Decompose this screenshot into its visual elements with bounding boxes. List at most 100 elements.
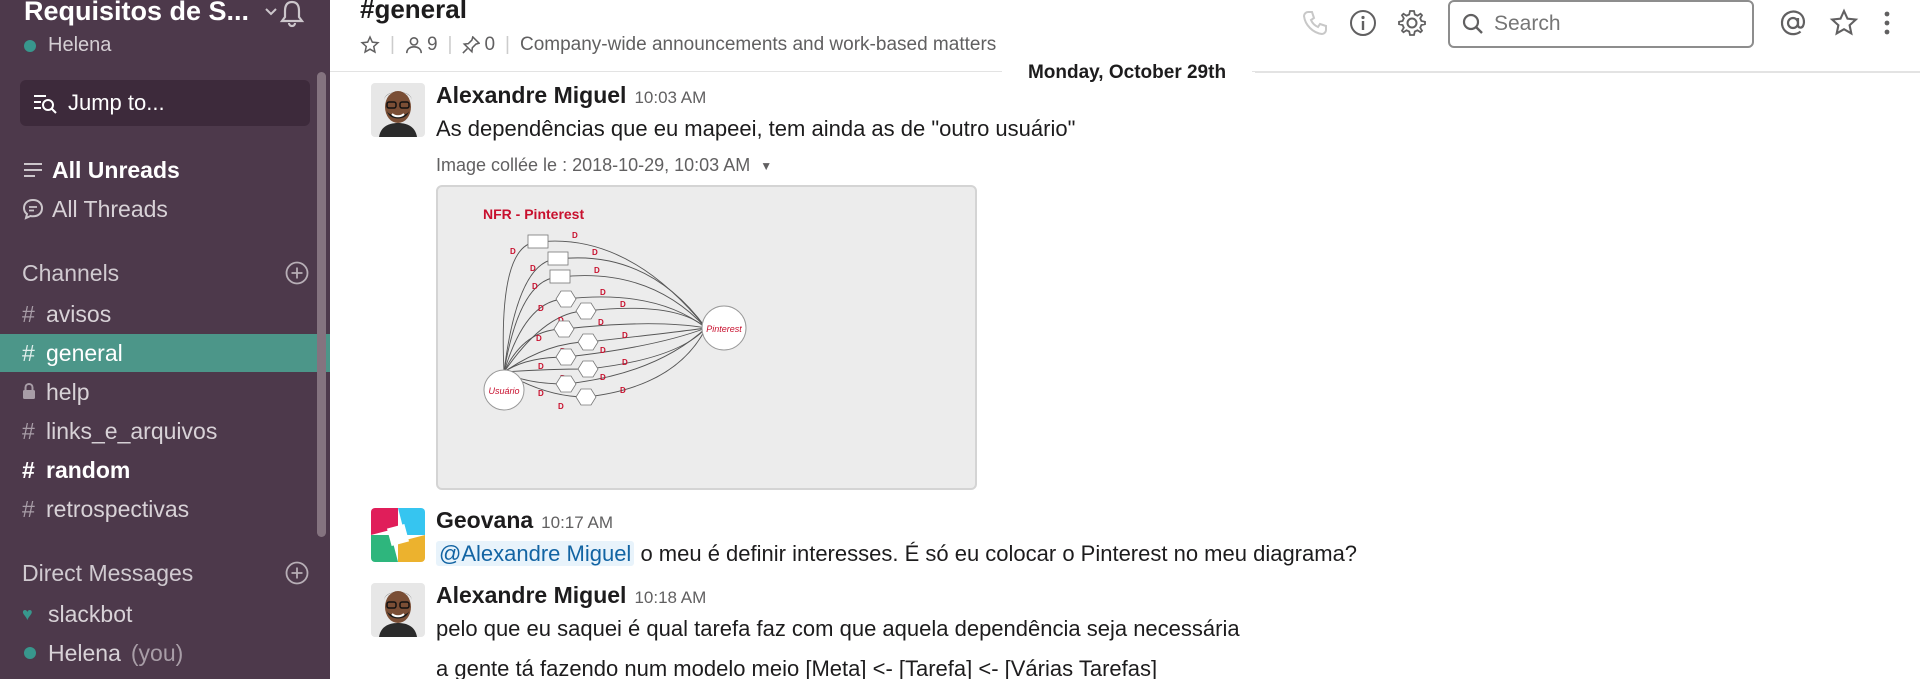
diagram-node xyxy=(555,375,577,393)
star-icon[interactable] xyxy=(360,35,380,55)
members-icon[interactable] xyxy=(405,36,423,54)
diagram-node xyxy=(555,348,577,366)
more-options-icon[interactable] xyxy=(1872,8,1902,38)
message-time[interactable]: 10:18 AM xyxy=(634,588,706,607)
sidebar-item-helena[interactable]: Helena (you) xyxy=(0,634,316,672)
author-name[interactable]: Alexandre Miguel xyxy=(436,82,626,108)
diagram-node xyxy=(547,251,569,266)
info-icon[interactable] xyxy=(1348,8,1378,38)
sidebar-item-links-e-arquivos[interactable]: # links_e_arquivos xyxy=(0,412,316,450)
avatar[interactable] xyxy=(371,583,425,637)
list-icon xyxy=(22,161,44,179)
dependency-label: D xyxy=(538,362,544,371)
sidebar-scrollbar[interactable] xyxy=(317,72,326,537)
message-time[interactable]: 10:03 AM xyxy=(634,88,706,107)
dependency-label: D xyxy=(600,373,606,382)
author-name[interactable]: Alexandre Miguel xyxy=(436,582,626,608)
sidebar-item-general[interactable]: # general xyxy=(0,334,330,372)
channel-name: help xyxy=(46,378,90,405)
current-user-name: Helena xyxy=(48,34,112,56)
divider: | xyxy=(390,34,395,55)
channel-name: general xyxy=(46,339,123,366)
avatar-image xyxy=(371,508,425,562)
sidebar-item-all-unreads[interactable]: All Unreads xyxy=(0,151,316,189)
message-time[interactable]: 10:17 AM xyxy=(541,513,613,532)
diagram-edge xyxy=(503,296,707,373)
sidebar-item-random[interactable]: # random xyxy=(0,451,316,489)
avatar-image xyxy=(371,83,425,137)
nfr-diagram: NFR - Pinterest DDDDDDDDDDDDDDDDDDDDDD U… xyxy=(483,206,747,411)
channel-topic[interactable]: Company-wide announcements and work-base… xyxy=(520,34,996,56)
dm-section-title[interactable]: Direct Messages xyxy=(22,560,193,587)
avatar[interactable] xyxy=(371,83,425,137)
presence-dot xyxy=(24,647,36,659)
message-author[interactable]: Alexandre Miguel 10:18 AM xyxy=(436,582,706,609)
caret-down-icon[interactable]: ▼ xyxy=(760,159,772,173)
jump-to-label: Jump to... xyxy=(68,90,165,115)
channel-title[interactable]: #general xyxy=(360,0,467,25)
attachment-image[interactable]: NFR - Pinterest DDDDDDDDDDDDDDDDDDDDDD U… xyxy=(436,185,977,490)
add-channel-icon[interactable] xyxy=(285,261,309,285)
dependency-label: D xyxy=(622,358,628,367)
team-name[interactable]: Requisitos de S... xyxy=(24,0,249,27)
user-mention[interactable]: @Alexandre Miguel xyxy=(436,541,635,566)
dependency-label: D xyxy=(620,386,626,395)
hash-icon: # xyxy=(22,456,35,483)
current-user[interactable]: Helena xyxy=(24,34,111,57)
sidebar-item-all-threads[interactable]: All Threads xyxy=(0,190,316,228)
gear-icon[interactable] xyxy=(1397,8,1427,38)
search-icon xyxy=(1462,13,1483,34)
phone-icon[interactable] xyxy=(1300,8,1330,38)
message-text: As dependências que eu mapeei, tem ainda… xyxy=(436,116,1076,141)
dependency-label: D xyxy=(600,288,606,297)
diagram-node xyxy=(549,269,571,284)
pin-count[interactable]: 0 xyxy=(484,34,495,56)
message-author[interactable]: Alexandre Miguel 10:03 AM xyxy=(436,82,706,109)
avatar[interactable] xyxy=(371,508,425,562)
sidebar-item-avisos[interactable]: # avisos xyxy=(0,295,316,333)
diagram-node xyxy=(575,388,597,406)
channel-name: retrospectivas xyxy=(46,495,190,522)
hash-icon: # xyxy=(22,417,35,444)
add-dm-icon[interactable] xyxy=(285,561,309,585)
sidebar-item-slackbot[interactable]: ♥ slackbot xyxy=(0,595,316,633)
author-name[interactable]: Geovana xyxy=(436,507,533,533)
bell-icon[interactable] xyxy=(277,0,307,28)
search-input[interactable] xyxy=(1494,12,1744,36)
dependency-label: D xyxy=(538,304,544,313)
hash-icon: # xyxy=(22,300,35,327)
channel-name: avisos xyxy=(46,300,112,327)
jump-to-icon xyxy=(34,95,57,114)
search-box[interactable] xyxy=(1448,0,1754,48)
sidebar: Requisitos de S... Helena Jump to... All… xyxy=(0,0,330,679)
diagram-node xyxy=(575,302,597,320)
dependency-label: D xyxy=(538,389,544,398)
channel-name: links_e_arquivos xyxy=(46,417,218,444)
team-switcher[interactable]: Requisitos de S... xyxy=(24,0,279,27)
member-count[interactable]: 9 xyxy=(427,34,438,56)
jump-to-button[interactable]: Jump to... xyxy=(20,80,310,126)
dependency-label: D xyxy=(530,264,536,273)
actor-left-label: Usuário xyxy=(488,386,519,396)
message-text: @Alexandre Miguel o meu é definir intere… xyxy=(436,541,1357,567)
lock-icon xyxy=(22,379,36,406)
heart-icon: ♥ xyxy=(22,603,33,624)
at-mention-icon[interactable] xyxy=(1778,8,1808,38)
dependency-label: D xyxy=(510,247,516,256)
attachment-meta-text: Image collée le : 2018-10-29, 10:03 AM xyxy=(436,155,751,175)
dependency-label: D xyxy=(598,318,604,327)
hash-icon: # xyxy=(22,339,35,366)
starred-icon[interactable] xyxy=(1829,8,1859,38)
actor-right-label: Pinterest xyxy=(706,324,742,334)
message-text: pelo que eu saquei é qual tarefa faz com… xyxy=(436,616,1240,641)
message-body: o meu é definir interesses. É só eu colo… xyxy=(634,541,1358,566)
diagram-node xyxy=(553,320,575,338)
pin-icon[interactable] xyxy=(462,36,481,54)
dependency-label: D xyxy=(622,331,628,340)
sidebar-item-label: All Unreads xyxy=(52,156,180,183)
channels-section-title[interactable]: Channels xyxy=(22,260,119,287)
dm-name: Helena xyxy=(48,639,121,666)
message-author[interactable]: Geovana 10:17 AM xyxy=(436,507,613,534)
sidebar-item-retrospectivas[interactable]: # retrospectivas xyxy=(0,490,316,528)
sidebar-item-help[interactable]: help xyxy=(0,373,316,411)
